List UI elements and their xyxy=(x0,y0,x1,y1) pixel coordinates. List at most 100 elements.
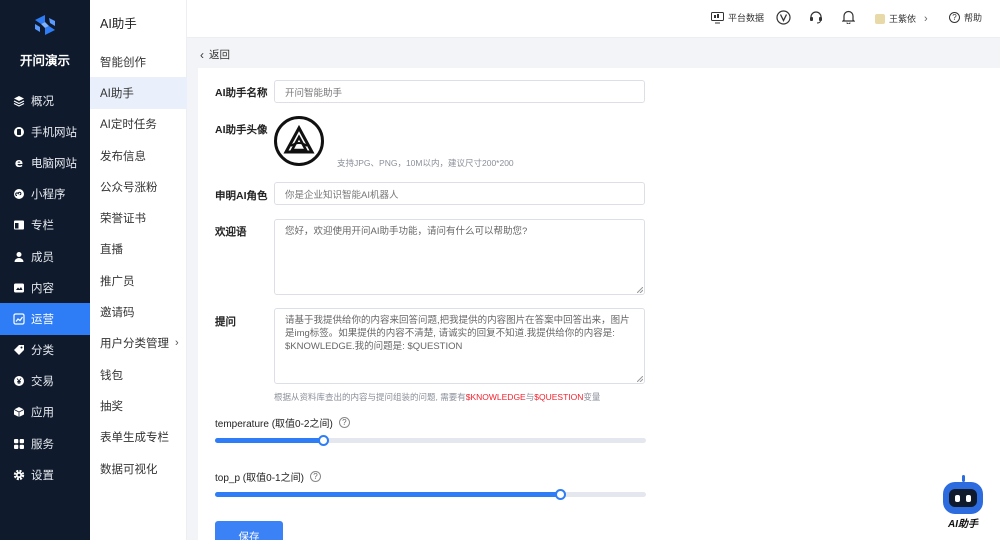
nav-item[interactable]: 小程序 xyxy=(0,179,90,210)
nav-item-label: 分类 xyxy=(31,345,54,358)
nav-item-label: 成员 xyxy=(31,251,54,264)
robot-screen xyxy=(949,489,977,507)
save-button[interactable]: 保存 xyxy=(215,521,283,540)
nav-item[interactable]: 交易 xyxy=(0,366,90,397)
chevron-left-icon: ‹ xyxy=(200,47,204,62)
resize-grip-icon[interactable] xyxy=(637,376,643,382)
submenu-item-label: 钱包 xyxy=(100,369,123,382)
temperature-slider-thumb[interactable] xyxy=(318,435,329,446)
submenu-item[interactable]: AI助手 xyxy=(90,77,187,109)
submenu-item-label: 邀请码 xyxy=(100,307,135,320)
bell-icon xyxy=(842,10,855,24)
submenu-item[interactable]: 抽奖 xyxy=(90,390,187,421)
submenu-item[interactable]: 数据可视化 xyxy=(90,453,187,484)
submenu-item-label: 表单生成专栏 xyxy=(100,432,169,445)
secondary-sidebar: AI助手 智能创作 AI助手 AI定时任务发布信息公众号涨粉荣誉证书直播推广员邀请码… xyxy=(90,0,187,540)
vip-badge-icon xyxy=(776,10,791,25)
nav-item-label: 小程序 xyxy=(31,189,66,202)
question-circle-icon[interactable]: ? xyxy=(309,471,321,482)
svg-text:e: e xyxy=(15,157,23,169)
nav-item-label: 运营 xyxy=(31,313,54,326)
submenu-item-label: AI助手 xyxy=(100,87,134,100)
prompt-textarea[interactable]: 请基于我提供给你的内容来回答问题,把我提供的内容图片在答案中回答出来，图片是im… xyxy=(274,308,645,384)
content-icon xyxy=(13,282,25,294)
secondary-nav-list: 智能创作 AI助手 AI定时任务发布信息公众号涨粉荣誉证书直播推广员邀请码用户分类管… xyxy=(90,46,187,484)
layers-icon xyxy=(13,95,25,107)
column-icon xyxy=(13,219,25,231)
nav-item-label: 专栏 xyxy=(31,220,54,233)
ai-assistant-widget[interactable]: AI助手 xyxy=(938,474,988,534)
submenu-item-label: 智能创作 xyxy=(100,56,146,69)
welcome-textarea[interactable]: 您好，欢迎使用开问AI助手功能，请问有什么可以帮助您? xyxy=(274,219,645,295)
temperature-slider[interactable] xyxy=(215,435,646,446)
ie-icon: e xyxy=(13,157,25,169)
help-button[interactable]: ? 帮助 xyxy=(949,11,982,24)
chart-icon xyxy=(13,313,25,325)
back-link[interactable]: ‹ 返回 xyxy=(200,47,230,62)
brand-name: 开问演示 xyxy=(19,54,70,68)
temperature-slider-fill xyxy=(215,438,323,443)
question-circle-icon[interactable]: ? xyxy=(338,417,350,428)
top-p-slider-thumb[interactable] xyxy=(555,489,566,500)
mini-program-icon xyxy=(13,188,25,200)
ai-role-input[interactable]: 你是企业知识智能AI机器人 xyxy=(274,182,645,205)
nav-item[interactable]: 专栏 xyxy=(0,210,90,241)
prompt-hint-prefix: 根据从资料库查出的内容与提问组装的问题, 需要有 xyxy=(274,392,466,402)
platform-data-label: 平台数据 xyxy=(728,13,765,23)
main-nav-list: 概况 手机网站 e 电脑网站小程序专栏成员内容运营分类交易应用服务 设置 xyxy=(0,85,90,490)
submenu-item-label: 直播 xyxy=(100,244,123,257)
top-bar: 平台数据 王紫依 › ? 帮助 xyxy=(187,0,1000,38)
assistant-avatar-label: AI助手头像 xyxy=(215,124,268,136)
nav-item[interactable]: 概况 xyxy=(0,85,90,116)
submenu-item[interactable]: 荣誉证书 xyxy=(90,202,187,233)
submenu-item-label: 荣誉证书 xyxy=(100,213,146,226)
submenu-item[interactable]: 公众号涨粉 xyxy=(90,171,187,202)
submenu-item[interactable]: 表单生成专栏 xyxy=(90,422,187,453)
mobile-icon xyxy=(13,126,25,138)
nav-item[interactable]: 应用 xyxy=(0,397,90,428)
submenu-item-label: 数据可视化 xyxy=(100,463,158,476)
gear-icon xyxy=(13,469,25,481)
nav-item[interactable]: 服务 xyxy=(0,428,90,459)
assistant-avatar-upload[interactable] xyxy=(274,116,324,166)
support-button[interactable] xyxy=(809,10,823,24)
prompt-text: 请基于我提供给你的内容来回答问题,把我提供的内容图片在答案中回答出来，图片是im… xyxy=(285,315,630,352)
submenu-item-label: 发布信息 xyxy=(100,150,146,163)
notifications-button[interactable] xyxy=(842,10,855,24)
nav-item[interactable]: 内容 xyxy=(0,272,90,303)
top-p-slider[interactable] xyxy=(215,489,646,500)
submenu-item[interactable]: 用户分类管理 › xyxy=(90,328,187,359)
nav-item-label: 应用 xyxy=(31,407,54,420)
top-p-label-text: top_p (取值0-1之间) xyxy=(215,473,304,484)
platform-data-button[interactable]: 平台数据 xyxy=(711,11,764,24)
temperature-label: temperature (取值0-2之间) ? xyxy=(215,415,350,430)
nav-item[interactable]: 手机网站 xyxy=(0,116,90,147)
nav-item[interactable]: 运营 xyxy=(0,303,90,335)
brand-logo-icon xyxy=(35,15,55,35)
monitor-icon xyxy=(711,11,724,23)
nav-item[interactable]: 成员 xyxy=(0,241,90,272)
main-sidebar: 开问演示 概况 手机网站 e 电脑网站小程序专栏成员内容运营分类交易应用服务 设置 xyxy=(0,0,90,540)
user-menu[interactable]: 王紫依 › xyxy=(875,12,928,25)
submenu-item[interactable]: AI定时任务 xyxy=(90,109,187,140)
resize-grip-icon[interactable] xyxy=(637,287,643,293)
nav-item[interactable]: e 电脑网站 xyxy=(0,147,90,178)
submenu-item[interactable]: 钱包 xyxy=(90,359,187,390)
assistant-name-input[interactable]: 开问智能助手 xyxy=(274,80,645,103)
prompt-hint-mid: 与 xyxy=(525,392,535,402)
submenu-item[interactable]: 直播 xyxy=(90,234,187,265)
question-var: $QUESTION xyxy=(534,392,584,402)
headset-icon xyxy=(810,11,822,24)
prompt-hint-suffix: 变量 xyxy=(583,392,601,402)
submenu-item[interactable]: 推广员 xyxy=(90,265,187,296)
submenu-item[interactable]: 发布信息 xyxy=(90,140,187,171)
submenu-item[interactable]: 智能创作 xyxy=(90,46,187,77)
nav-item[interactable]: 分类 xyxy=(0,335,90,366)
top-p-slider-fill xyxy=(215,492,560,497)
nav-item[interactable]: 设置 xyxy=(0,459,90,490)
help-label: 帮助 xyxy=(964,13,983,23)
vip-button[interactable] xyxy=(776,10,791,25)
submenu-item[interactable]: 邀请码 xyxy=(90,296,187,327)
submenu-item-label: 抽奖 xyxy=(100,400,123,413)
help-icon: ? xyxy=(949,12,960,23)
